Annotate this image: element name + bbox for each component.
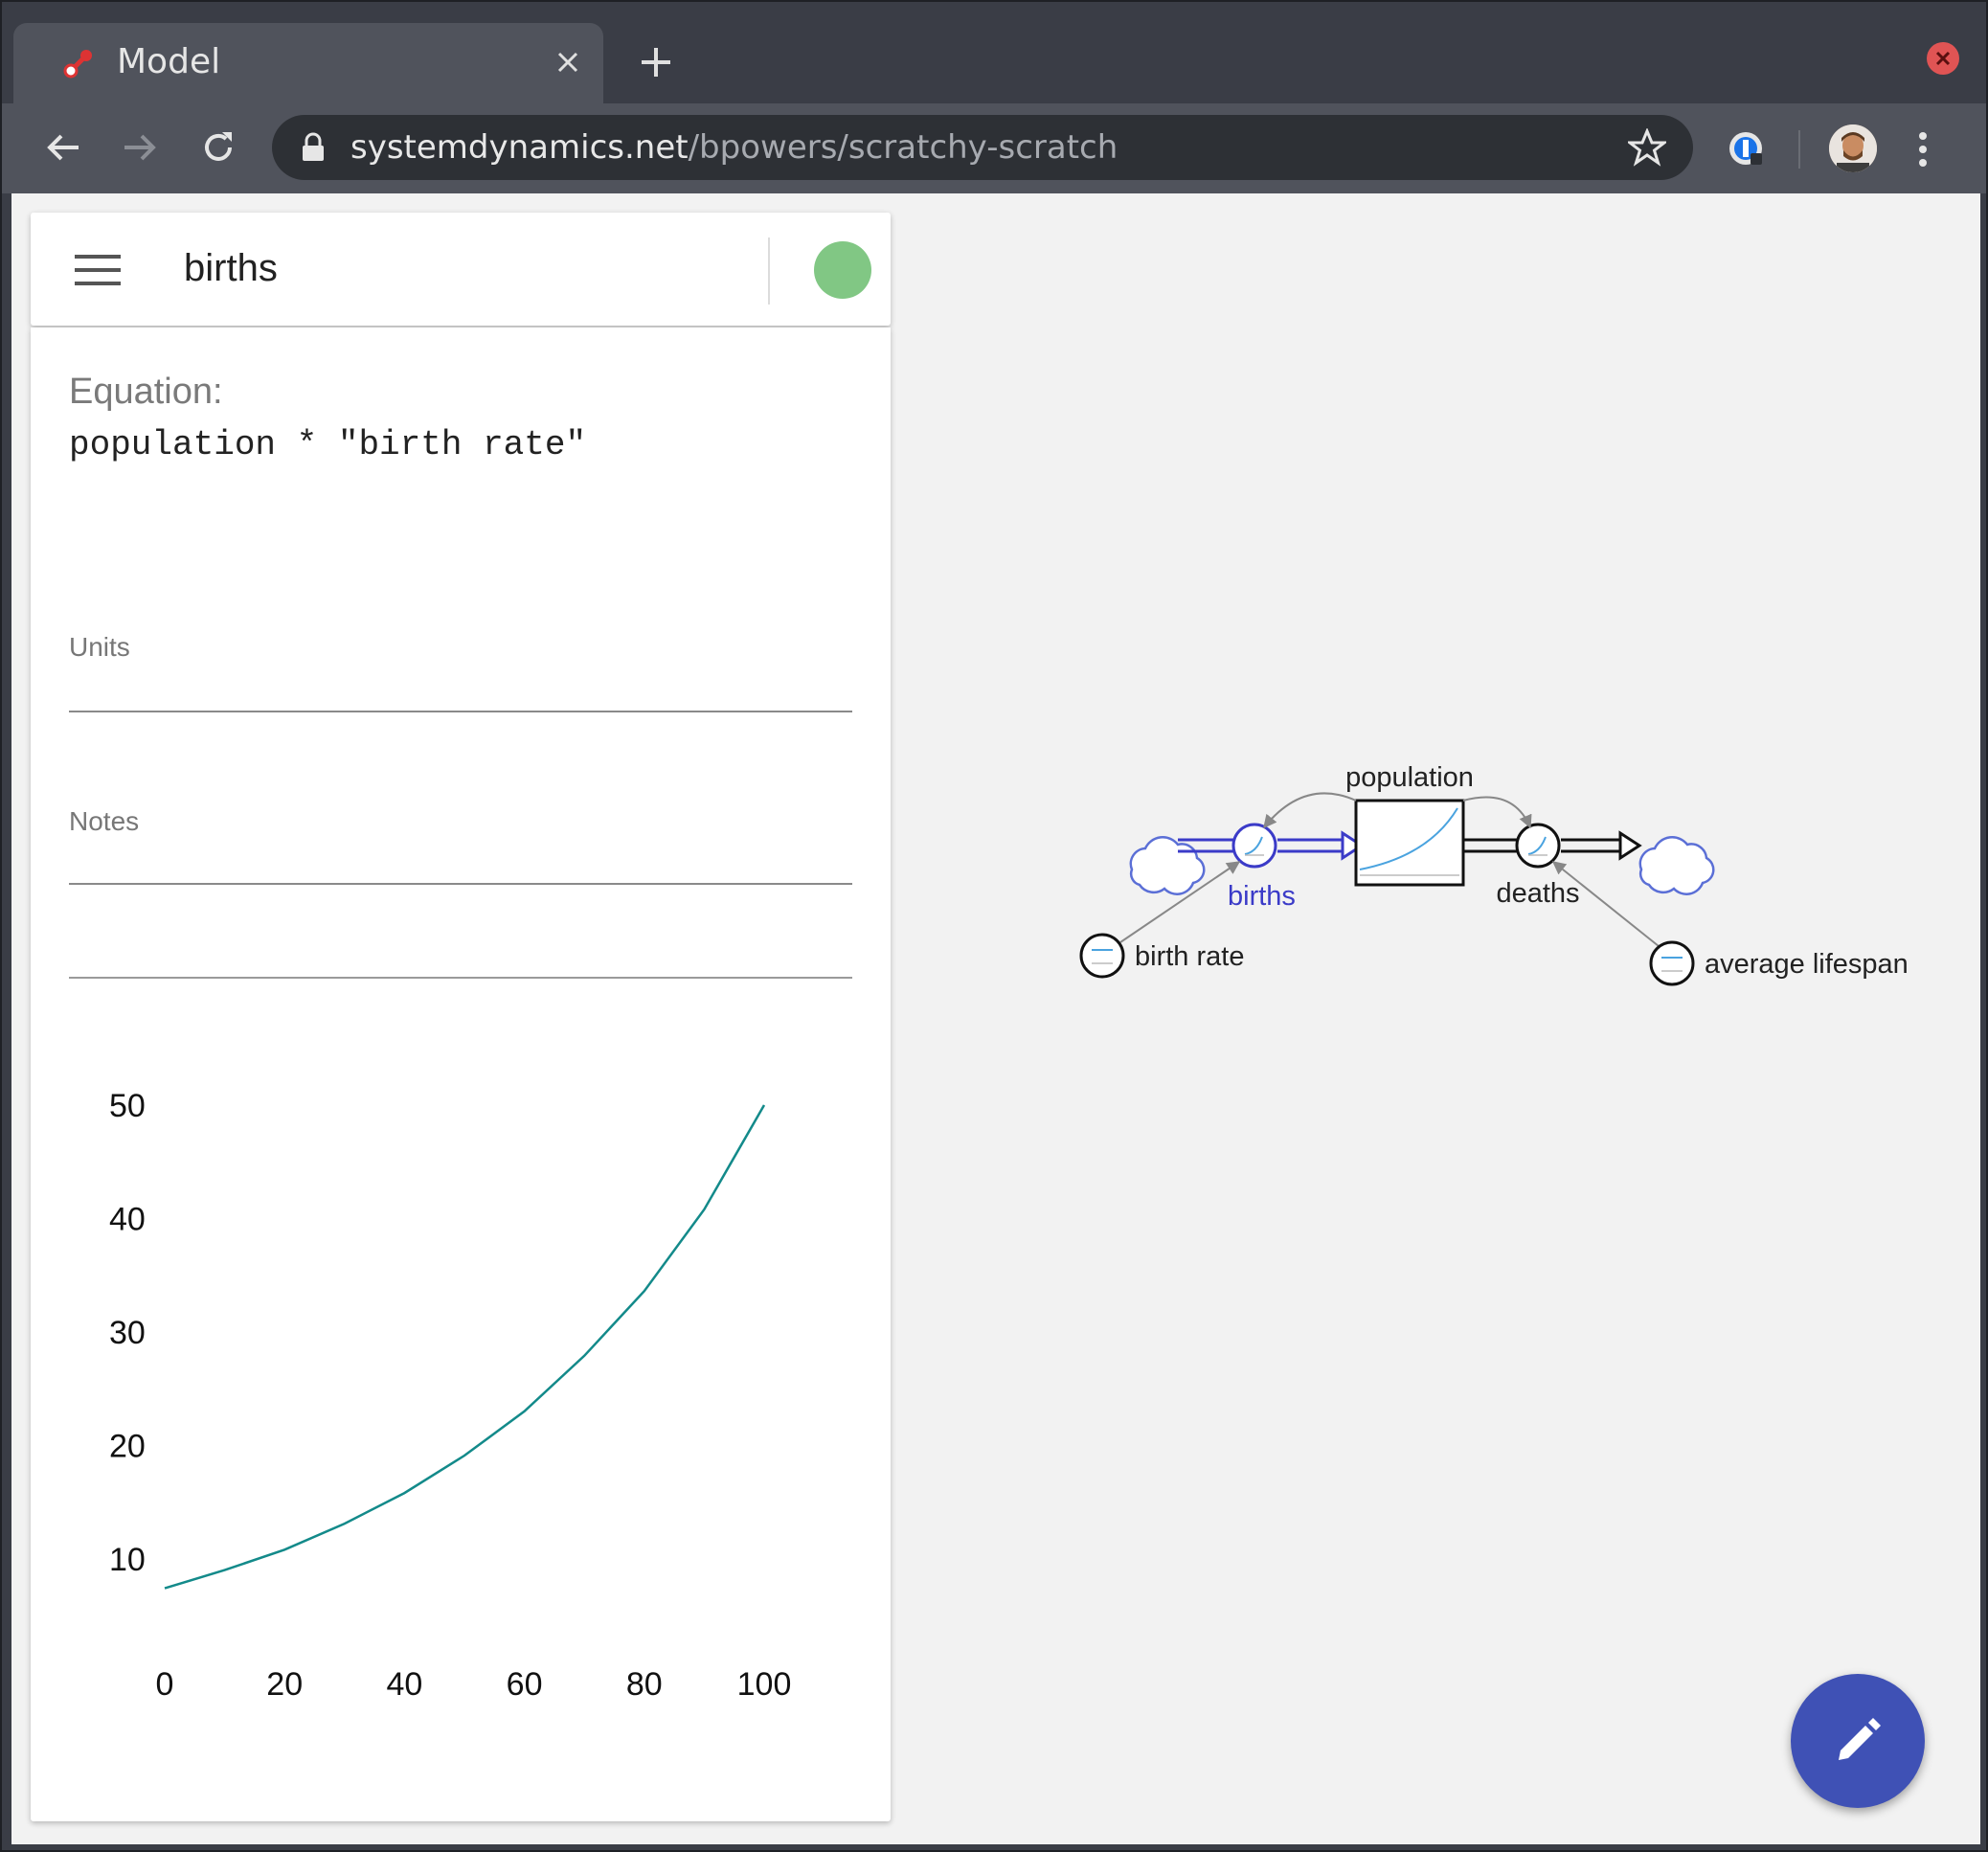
url-host: systemdynamics.net xyxy=(350,128,689,167)
edit-fab-button[interactable] xyxy=(1791,1674,1925,1808)
y-tick-label: 40 xyxy=(109,1201,146,1237)
link-population-to-deaths[interactable] xyxy=(1462,796,1532,829)
section-divider xyxy=(69,977,852,979)
back-arrow-icon[interactable] xyxy=(44,128,82,167)
average-lifespan-aux[interactable] xyxy=(1649,940,1695,986)
profile-avatar[interactable] xyxy=(1829,124,1877,172)
notes-label: Notes xyxy=(69,806,140,836)
edit-pencil-icon xyxy=(1839,1718,1881,1760)
new-tab-plus-icon[interactable] xyxy=(638,44,674,80)
average-lifespan-label[interactable]: average lifespan xyxy=(1705,949,1909,980)
deaths-label[interactable]: deaths xyxy=(1496,878,1579,909)
y-tick-label: 30 xyxy=(109,1315,146,1351)
birth-rate-label[interactable]: birth rate xyxy=(1135,941,1244,972)
model-favicon-icon xyxy=(63,50,92,79)
y-tick-label: 10 xyxy=(109,1542,146,1578)
birth-rate-aux[interactable] xyxy=(1079,933,1125,979)
password-manager-extension-icon[interactable] xyxy=(1728,130,1764,167)
x-axis-ticks: 0 20 40 60 80 100 xyxy=(156,1666,792,1703)
lock-icon xyxy=(303,132,324,161)
tab-title: Model xyxy=(117,42,221,81)
population-stock[interactable] xyxy=(1354,799,1465,887)
x-tick-label: 20 xyxy=(266,1666,303,1703)
reload-icon[interactable] xyxy=(199,128,237,167)
profile-photo-icon xyxy=(1829,124,1877,172)
tab-model[interactable]: Model xyxy=(13,23,603,103)
births-label[interactable]: births xyxy=(1228,881,1296,912)
x-tick-label: 80 xyxy=(626,1666,663,1703)
births-chart: 10 20 30 40 50 0 20 40 60 80 100 xyxy=(109,1088,792,1703)
url-path: /bpowers/scratchy-scratch xyxy=(688,128,1118,167)
browser-window: Model systemdynamics.net/bpowers/scratch… xyxy=(0,0,1988,1852)
page-viewport: births population deaths birth rate aver… xyxy=(11,193,1980,1844)
equation-label: Equation: xyxy=(69,372,223,412)
units-label: Units xyxy=(69,632,130,662)
y-axis-ticks: 10 20 30 40 50 xyxy=(109,1088,146,1578)
tab-strip: Model xyxy=(2,2,1986,103)
bookmark-star-icon[interactable] xyxy=(1628,128,1666,167)
y-tick-label: 20 xyxy=(109,1428,146,1464)
address-bar[interactable]: systemdynamics.net/bpowers/scratchy-scra… xyxy=(272,115,1693,180)
forward-arrow-icon[interactable] xyxy=(121,128,159,167)
births-series-line xyxy=(164,1104,766,1590)
variable-details-panel: Equation: population * "birth rate" Unit… xyxy=(31,327,891,1821)
deaths-flow-valve[interactable] xyxy=(1515,823,1561,869)
units-field[interactable] xyxy=(69,663,852,712)
header-divider xyxy=(768,237,770,305)
close-tab-icon[interactable] xyxy=(552,46,584,79)
x-tick-label: 40 xyxy=(386,1666,422,1703)
window-close-icon xyxy=(1935,51,1951,66)
births-flow-valve[interactable] xyxy=(1231,823,1277,869)
equation-editor[interactable]: population * "birth rate" xyxy=(69,425,586,464)
sink-cloud-icon xyxy=(1638,836,1715,895)
toolbar-divider xyxy=(1798,130,1800,169)
x-tick-label: 0 xyxy=(156,1666,174,1703)
population-label[interactable]: population xyxy=(1345,762,1474,793)
x-tick-label: 60 xyxy=(507,1666,543,1703)
source-cloud-icon xyxy=(1129,836,1206,895)
variable-name-input[interactable] xyxy=(184,247,758,290)
notes-field[interactable] xyxy=(69,835,852,885)
window-close-button[interactable] xyxy=(1927,42,1959,75)
variable-panel-header xyxy=(31,213,891,326)
variable-status-indicator[interactable] xyxy=(814,241,871,299)
browser-toolbar: systemdynamics.net/bpowers/scratchy-scra… xyxy=(2,103,1986,193)
menu-hamburger-icon[interactable] xyxy=(75,255,121,285)
y-tick-label: 50 xyxy=(109,1088,146,1124)
url-text: systemdynamics.net/bpowers/scratchy-scra… xyxy=(350,128,1118,167)
link-population-to-births[interactable] xyxy=(1263,792,1357,829)
browser-menu-icon[interactable] xyxy=(1913,128,1932,170)
x-tick-label: 100 xyxy=(737,1666,792,1703)
